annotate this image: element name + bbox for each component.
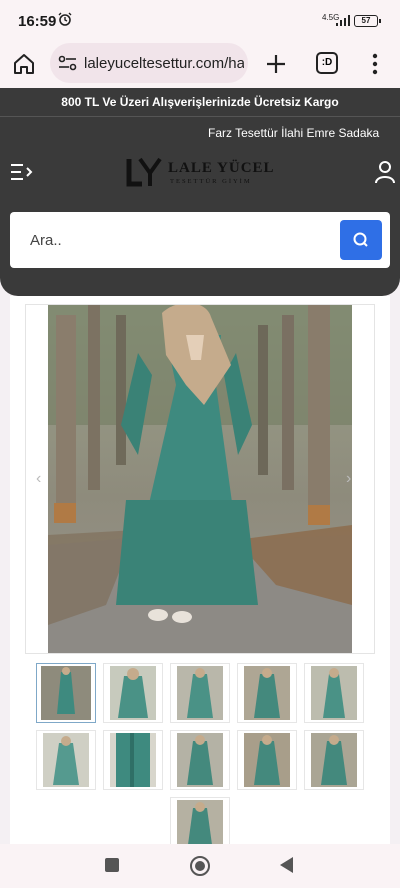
thumbnail[interactable] [103,663,163,723]
hamburger-icon[interactable] [10,162,34,182]
home-button[interactable] [190,856,210,876]
battery-icon: 57 [354,15,381,27]
url-text: laleyuceltesettur.com/haf [84,55,244,72]
home-icon[interactable] [10,50,38,78]
product-main-image[interactable] [25,302,375,654]
thumbnail-image [41,666,91,720]
thumbnail-image [177,666,223,720]
search-icon [353,232,368,247]
promo-banner: 800 TL Ve Üzeri Alışverişlerinizde Ücret… [0,88,400,116]
alarm-icon [58,12,72,26]
browser-toolbar: laleyuceltesettur.com/haf :D [0,40,400,88]
thumbnail-image [110,666,156,720]
search-input[interactable] [10,212,330,268]
search-bar [10,212,390,268]
thumbnail[interactable] [237,663,297,723]
back-button[interactable] [280,857,293,873]
thumbnail-image [177,733,223,787]
news-ticker: Farz Tesettür İlahi Emre Sadaka [0,116,400,150]
logo-mark [126,157,162,187]
thumbnail[interactable] [36,730,96,790]
site-settings-icon[interactable] [58,55,78,71]
thumbnail[interactable] [237,730,297,790]
chevron-right-icon[interactable]: › [346,470,351,488]
thumbnail[interactable] [304,663,364,723]
thumbnail-image [110,733,156,787]
brand-name: LALE YÜCEL [168,160,275,176]
ticker-text: Farz Tesettür İlahi Emre Sadaka [208,126,380,140]
status-bar: 16:59 4.5G 57 [0,0,400,40]
kebab-menu-icon[interactable] [364,50,386,78]
thumbnail[interactable] [36,663,96,723]
site-header: LALE YÜCEL TESETTÜR GİYİM [0,150,400,296]
thumbnail[interactable] [103,730,163,790]
thumbnail-image [311,733,357,787]
thumbnail-image [311,666,357,720]
thumbnail-image [43,733,89,787]
thumbnail[interactable] [170,663,230,723]
brand-tagline: TESETTÜR GİYİM [170,178,252,185]
clock: 16:59 [18,13,57,30]
system-nav-bar [0,844,400,888]
thumbnail[interactable] [170,730,230,790]
tab-switcher-button[interactable]: :D [316,52,338,74]
signal-icon [336,15,350,26]
product-photo [48,302,352,653]
address-bar[interactable]: laleyuceltesettur.com/haf [50,43,248,83]
recents-button[interactable] [105,858,119,872]
thumbnail-image [244,733,290,787]
chevron-left-icon[interactable]: ‹ [36,470,41,488]
search-button[interactable] [340,220,382,260]
plus-icon[interactable] [262,50,290,78]
thumbnail[interactable] [304,730,364,790]
user-icon[interactable] [374,160,396,184]
thumbnail-image [244,666,290,720]
site-logo[interactable]: LALE YÜCEL TESETTÜR GİYİM [126,156,276,190]
